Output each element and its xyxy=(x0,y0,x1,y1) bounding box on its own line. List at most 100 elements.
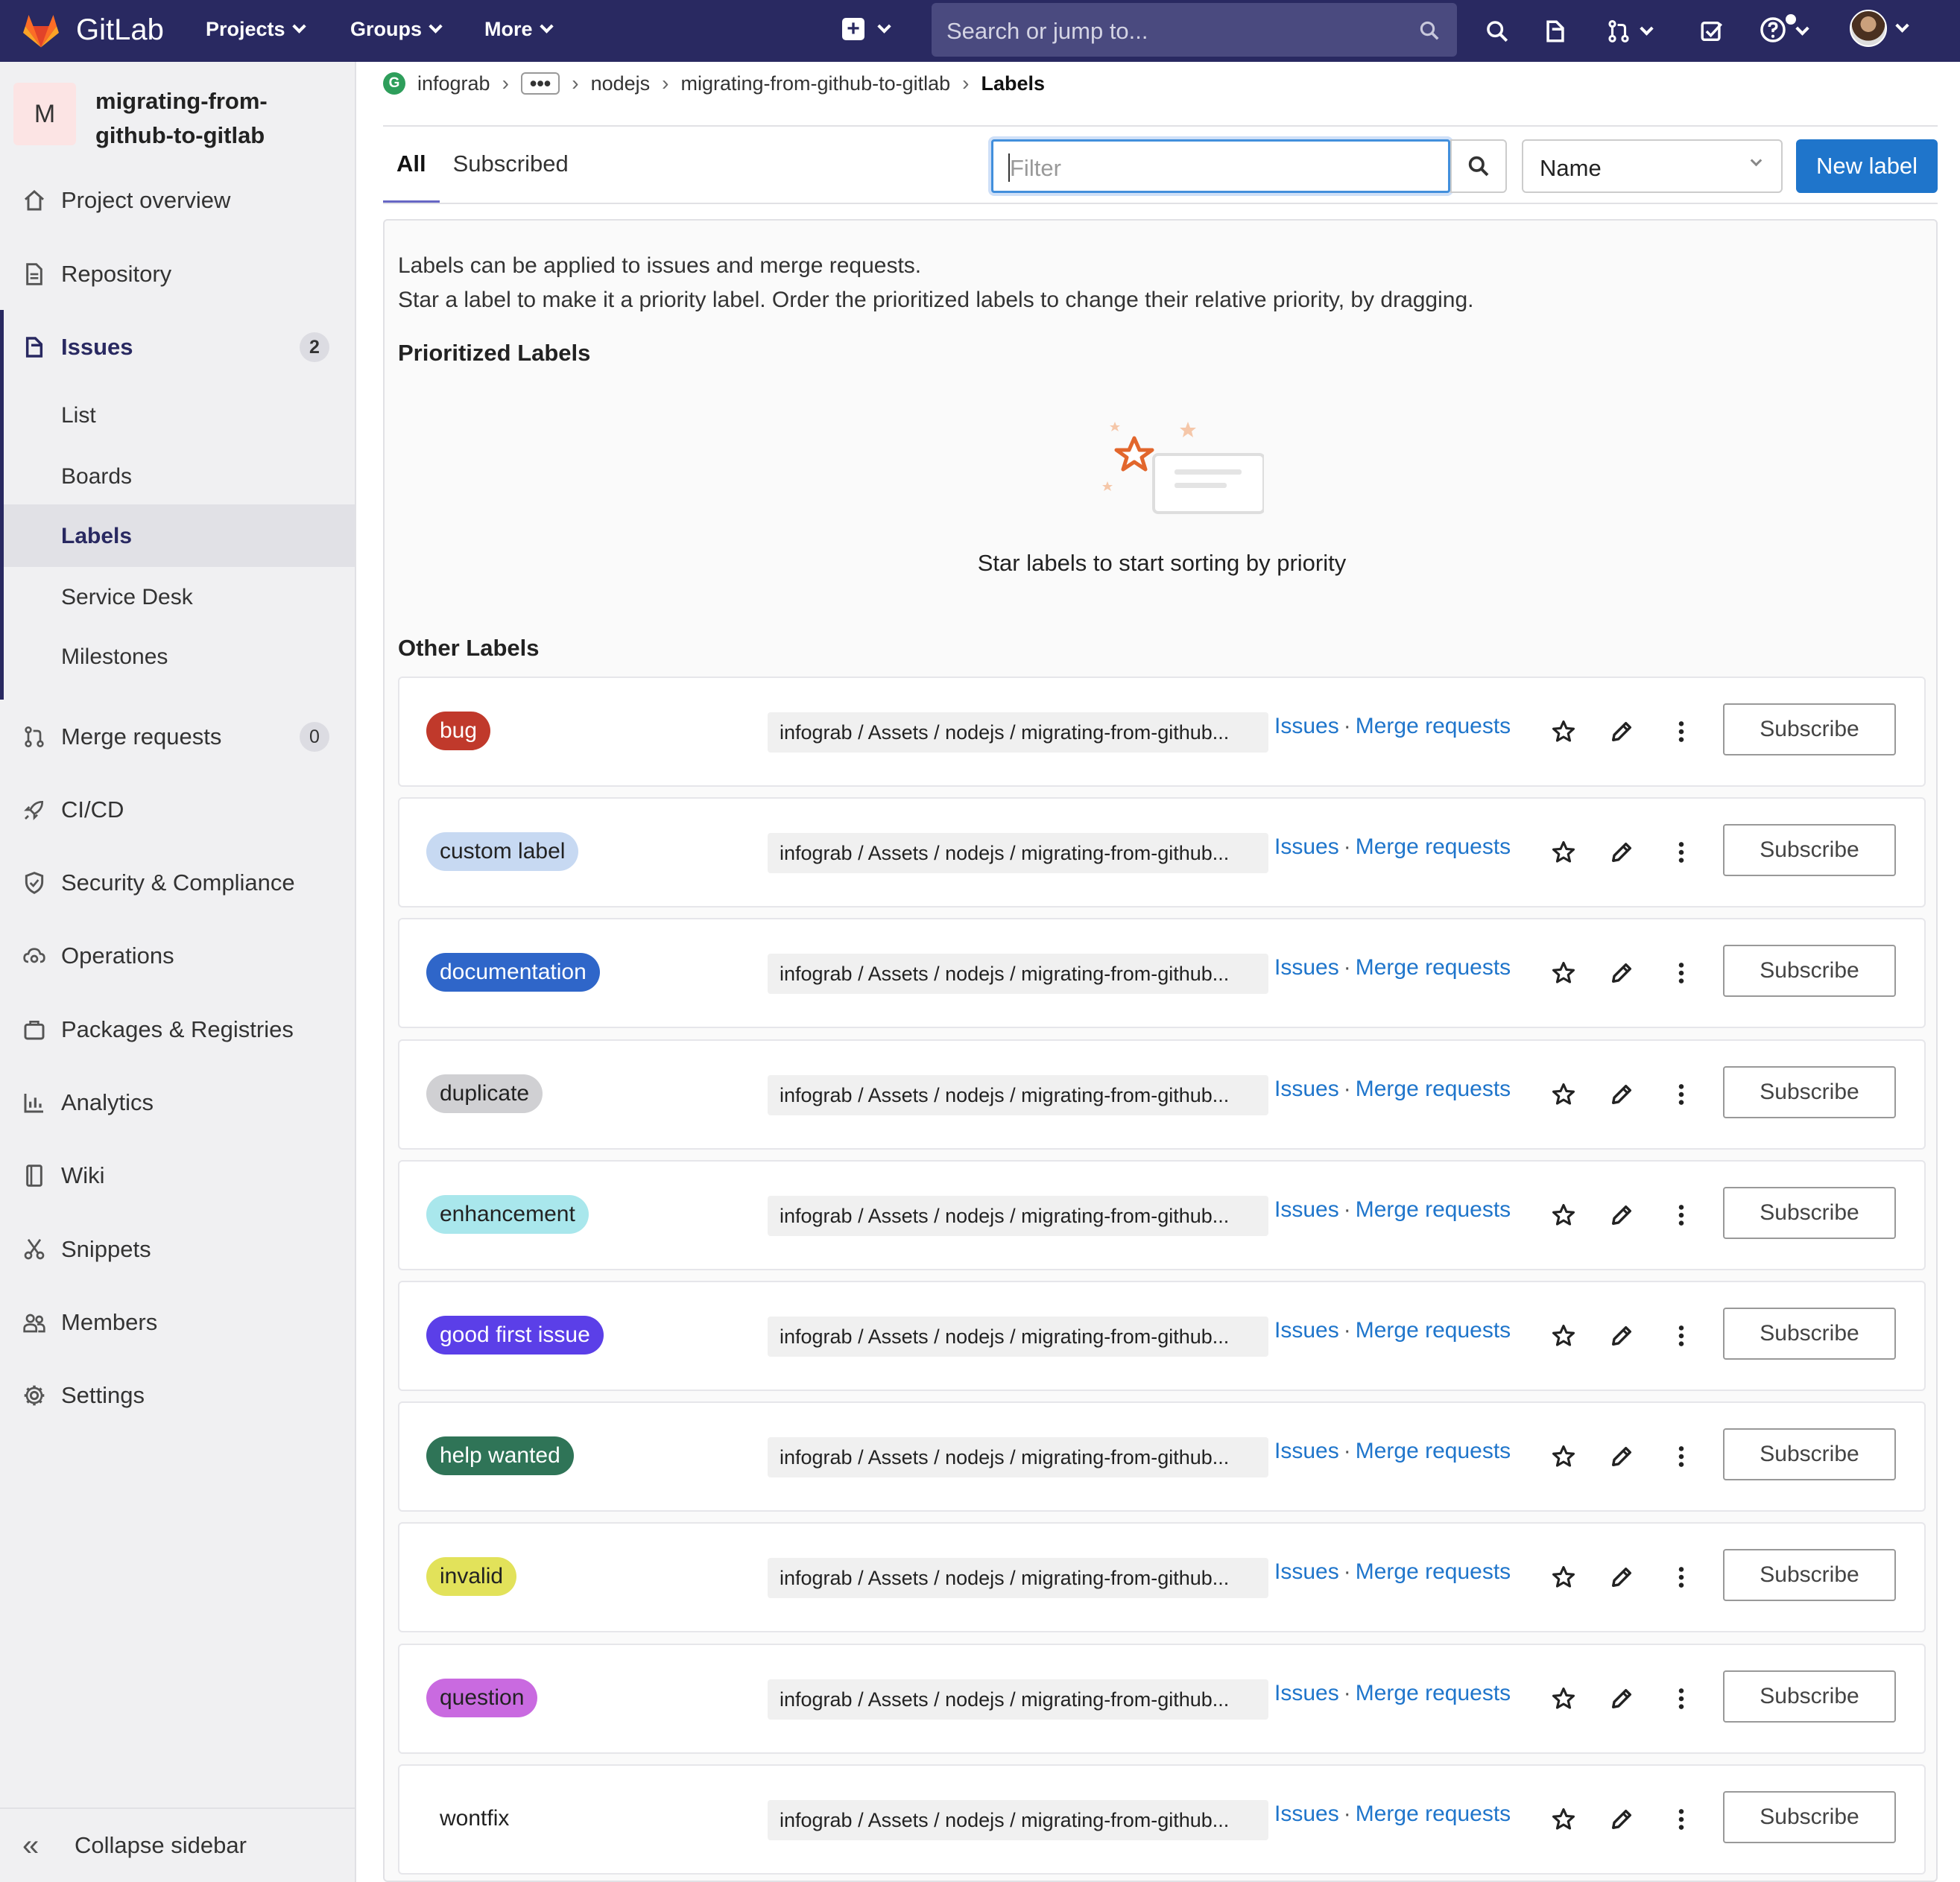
subscribe-button[interactable]: Subscribe xyxy=(1723,1066,1896,1118)
sidebar-subitem-list[interactable]: List xyxy=(61,403,96,428)
merge-requests-link[interactable]: Merge requests xyxy=(1356,1681,1511,1705)
issues-link[interactable]: Issues xyxy=(1274,1318,1339,1343)
filter-input[interactable]: Filter xyxy=(991,139,1450,193)
label-pill[interactable]: good first issue xyxy=(426,1316,604,1355)
more-actions-icon[interactable] xyxy=(1666,717,1696,747)
star-icon[interactable] xyxy=(1549,837,1578,867)
issues-link[interactable]: Issues xyxy=(1274,955,1339,980)
subscribe-button[interactable]: Subscribe xyxy=(1723,1308,1896,1360)
sidebar-item-analytics[interactable]: Analytics xyxy=(0,1067,355,1138)
merge-requests-link[interactable]: Merge requests xyxy=(1356,1077,1511,1101)
help-menu[interactable] xyxy=(1759,13,1809,48)
merge-requests-link[interactable]: Merge requests xyxy=(1356,955,1511,980)
star-icon[interactable] xyxy=(1549,1562,1578,1592)
label-pill[interactable]: question xyxy=(426,1679,538,1717)
breadcrumb-parent[interactable]: nodejs xyxy=(591,72,651,95)
label-pill[interactable]: documentation xyxy=(426,953,600,992)
more-actions-icon[interactable] xyxy=(1666,1080,1696,1109)
issues-link[interactable]: Issues xyxy=(1274,1802,1339,1826)
new-label-button[interactable]: New label xyxy=(1796,139,1938,193)
subscribe-button[interactable]: Subscribe xyxy=(1723,1670,1896,1723)
more-actions-icon[interactable] xyxy=(1666,1805,1696,1834)
subscribe-button[interactable]: Subscribe xyxy=(1723,1428,1896,1480)
label-pill[interactable]: wontfix xyxy=(426,1799,523,1838)
sidebar-item-issues[interactable]: Issues 2 xyxy=(0,311,355,383)
label-pill[interactable]: custom label xyxy=(426,832,579,871)
breadcrumb-project[interactable]: migrating-from-github-to-gitlab xyxy=(681,72,951,95)
edit-pencil-icon[interactable] xyxy=(1607,1805,1637,1834)
star-icon[interactable] xyxy=(1549,1200,1578,1230)
sidebar-item-merge-requests[interactable]: Merge requests 0 xyxy=(0,701,355,773)
user-menu[interactable] xyxy=(1850,10,1909,47)
issues-link[interactable]: Issues xyxy=(1274,714,1339,738)
edit-pencil-icon[interactable] xyxy=(1607,1562,1637,1592)
edit-pencil-icon[interactable] xyxy=(1607,1442,1637,1471)
merge-requests-shortcut[interactable] xyxy=(1606,15,1654,48)
star-icon[interactable] xyxy=(1549,717,1578,747)
label-pill[interactable]: invalid xyxy=(426,1557,517,1596)
project-header[interactable]: M migrating-from-github-to-gitlab xyxy=(13,83,289,153)
breadcrumb-current[interactable]: Labels xyxy=(981,72,1045,95)
sort-dropdown[interactable]: Name xyxy=(1522,139,1783,193)
subscribe-button[interactable]: Subscribe xyxy=(1723,1187,1896,1239)
issues-link[interactable]: Issues xyxy=(1274,1439,1339,1463)
issues-link[interactable]: Issues xyxy=(1274,1559,1339,1584)
search-button[interactable] xyxy=(1485,15,1510,48)
star-icon[interactable] xyxy=(1549,1805,1578,1834)
issues-link[interactable]: Issues xyxy=(1274,1681,1339,1705)
gitlab-logo[interactable] xyxy=(21,10,61,51)
merge-requests-link[interactable]: Merge requests xyxy=(1356,834,1511,859)
sidebar-subitem-service-desk[interactable]: Service Desk xyxy=(61,585,193,610)
more-actions-icon[interactable] xyxy=(1666,837,1696,867)
edit-pencil-icon[interactable] xyxy=(1607,1321,1637,1351)
star-icon[interactable] xyxy=(1549,1684,1578,1714)
sidebar-item-members[interactable]: Members xyxy=(0,1287,355,1358)
merge-requests-link[interactable]: Merge requests xyxy=(1356,1197,1511,1222)
sidebar-item-packages-registries[interactable]: Packages & Registries xyxy=(0,994,355,1065)
sidebar-item-snippets[interactable]: Snippets xyxy=(0,1214,355,1285)
tab-all[interactable]: All xyxy=(383,127,440,204)
issues-link[interactable]: Issues xyxy=(1274,1197,1339,1222)
sidebar-subitem-labels[interactable]: Labels xyxy=(61,524,132,549)
sidebar-item-cicd[interactable]: CI/CD xyxy=(0,774,355,846)
label-pill[interactable]: enhancement xyxy=(426,1195,589,1234)
brand-name[interactable]: GitLab xyxy=(76,13,164,47)
more-menu[interactable]: More xyxy=(484,18,554,41)
filter-search-button[interactable] xyxy=(1450,139,1507,193)
issues-shortcut[interactable] xyxy=(1543,15,1568,48)
merge-requests-link[interactable]: Merge requests xyxy=(1356,1439,1511,1463)
edit-pencil-icon[interactable] xyxy=(1607,1684,1637,1714)
subscribe-button[interactable]: Subscribe xyxy=(1723,945,1896,997)
star-icon[interactable] xyxy=(1549,1321,1578,1351)
new-dropdown[interactable]: + xyxy=(842,18,891,40)
breadcrumb-group[interactable]: infograb xyxy=(417,72,490,95)
merge-requests-link[interactable]: Merge requests xyxy=(1356,1318,1511,1343)
more-actions-icon[interactable] xyxy=(1666,1442,1696,1471)
search-bar[interactable]: Search or jump to... xyxy=(932,3,1457,57)
more-actions-icon[interactable] xyxy=(1666,1321,1696,1351)
star-icon[interactable] xyxy=(1549,1080,1578,1109)
subscribe-button[interactable]: Subscribe xyxy=(1723,703,1896,755)
sidebar-item-operations[interactable]: Operations xyxy=(0,920,355,992)
merge-requests-link[interactable]: Merge requests xyxy=(1356,714,1511,738)
label-pill[interactable]: duplicate xyxy=(426,1074,543,1113)
sidebar-item-settings[interactable]: Settings xyxy=(0,1360,355,1431)
sidebar-subitem-boards[interactable]: Boards xyxy=(61,464,132,489)
subscribe-button[interactable]: Subscribe xyxy=(1723,824,1896,876)
edit-pencil-icon[interactable] xyxy=(1607,1080,1637,1109)
edit-pencil-icon[interactable] xyxy=(1607,958,1637,988)
sidebar-subitem-milestones[interactable]: Milestones xyxy=(61,644,168,670)
subscribe-button[interactable]: Subscribe xyxy=(1723,1791,1896,1843)
more-actions-icon[interactable] xyxy=(1666,1684,1696,1714)
tab-subscribed[interactable]: Subscribed xyxy=(440,127,582,204)
merge-requests-link[interactable]: Merge requests xyxy=(1356,1559,1511,1584)
sidebar-item-project-overview[interactable]: Project overview xyxy=(0,165,355,236)
more-actions-icon[interactable] xyxy=(1666,1200,1696,1230)
subscribe-button[interactable]: Subscribe xyxy=(1723,1549,1896,1601)
groups-menu[interactable]: Groups xyxy=(350,18,443,41)
sidebar-item-wiki[interactable]: Wiki xyxy=(0,1140,355,1211)
more-actions-icon[interactable] xyxy=(1666,958,1696,988)
issues-link[interactable]: Issues xyxy=(1274,834,1339,859)
edit-pencil-icon[interactable] xyxy=(1607,1200,1637,1230)
star-icon[interactable] xyxy=(1549,958,1578,988)
